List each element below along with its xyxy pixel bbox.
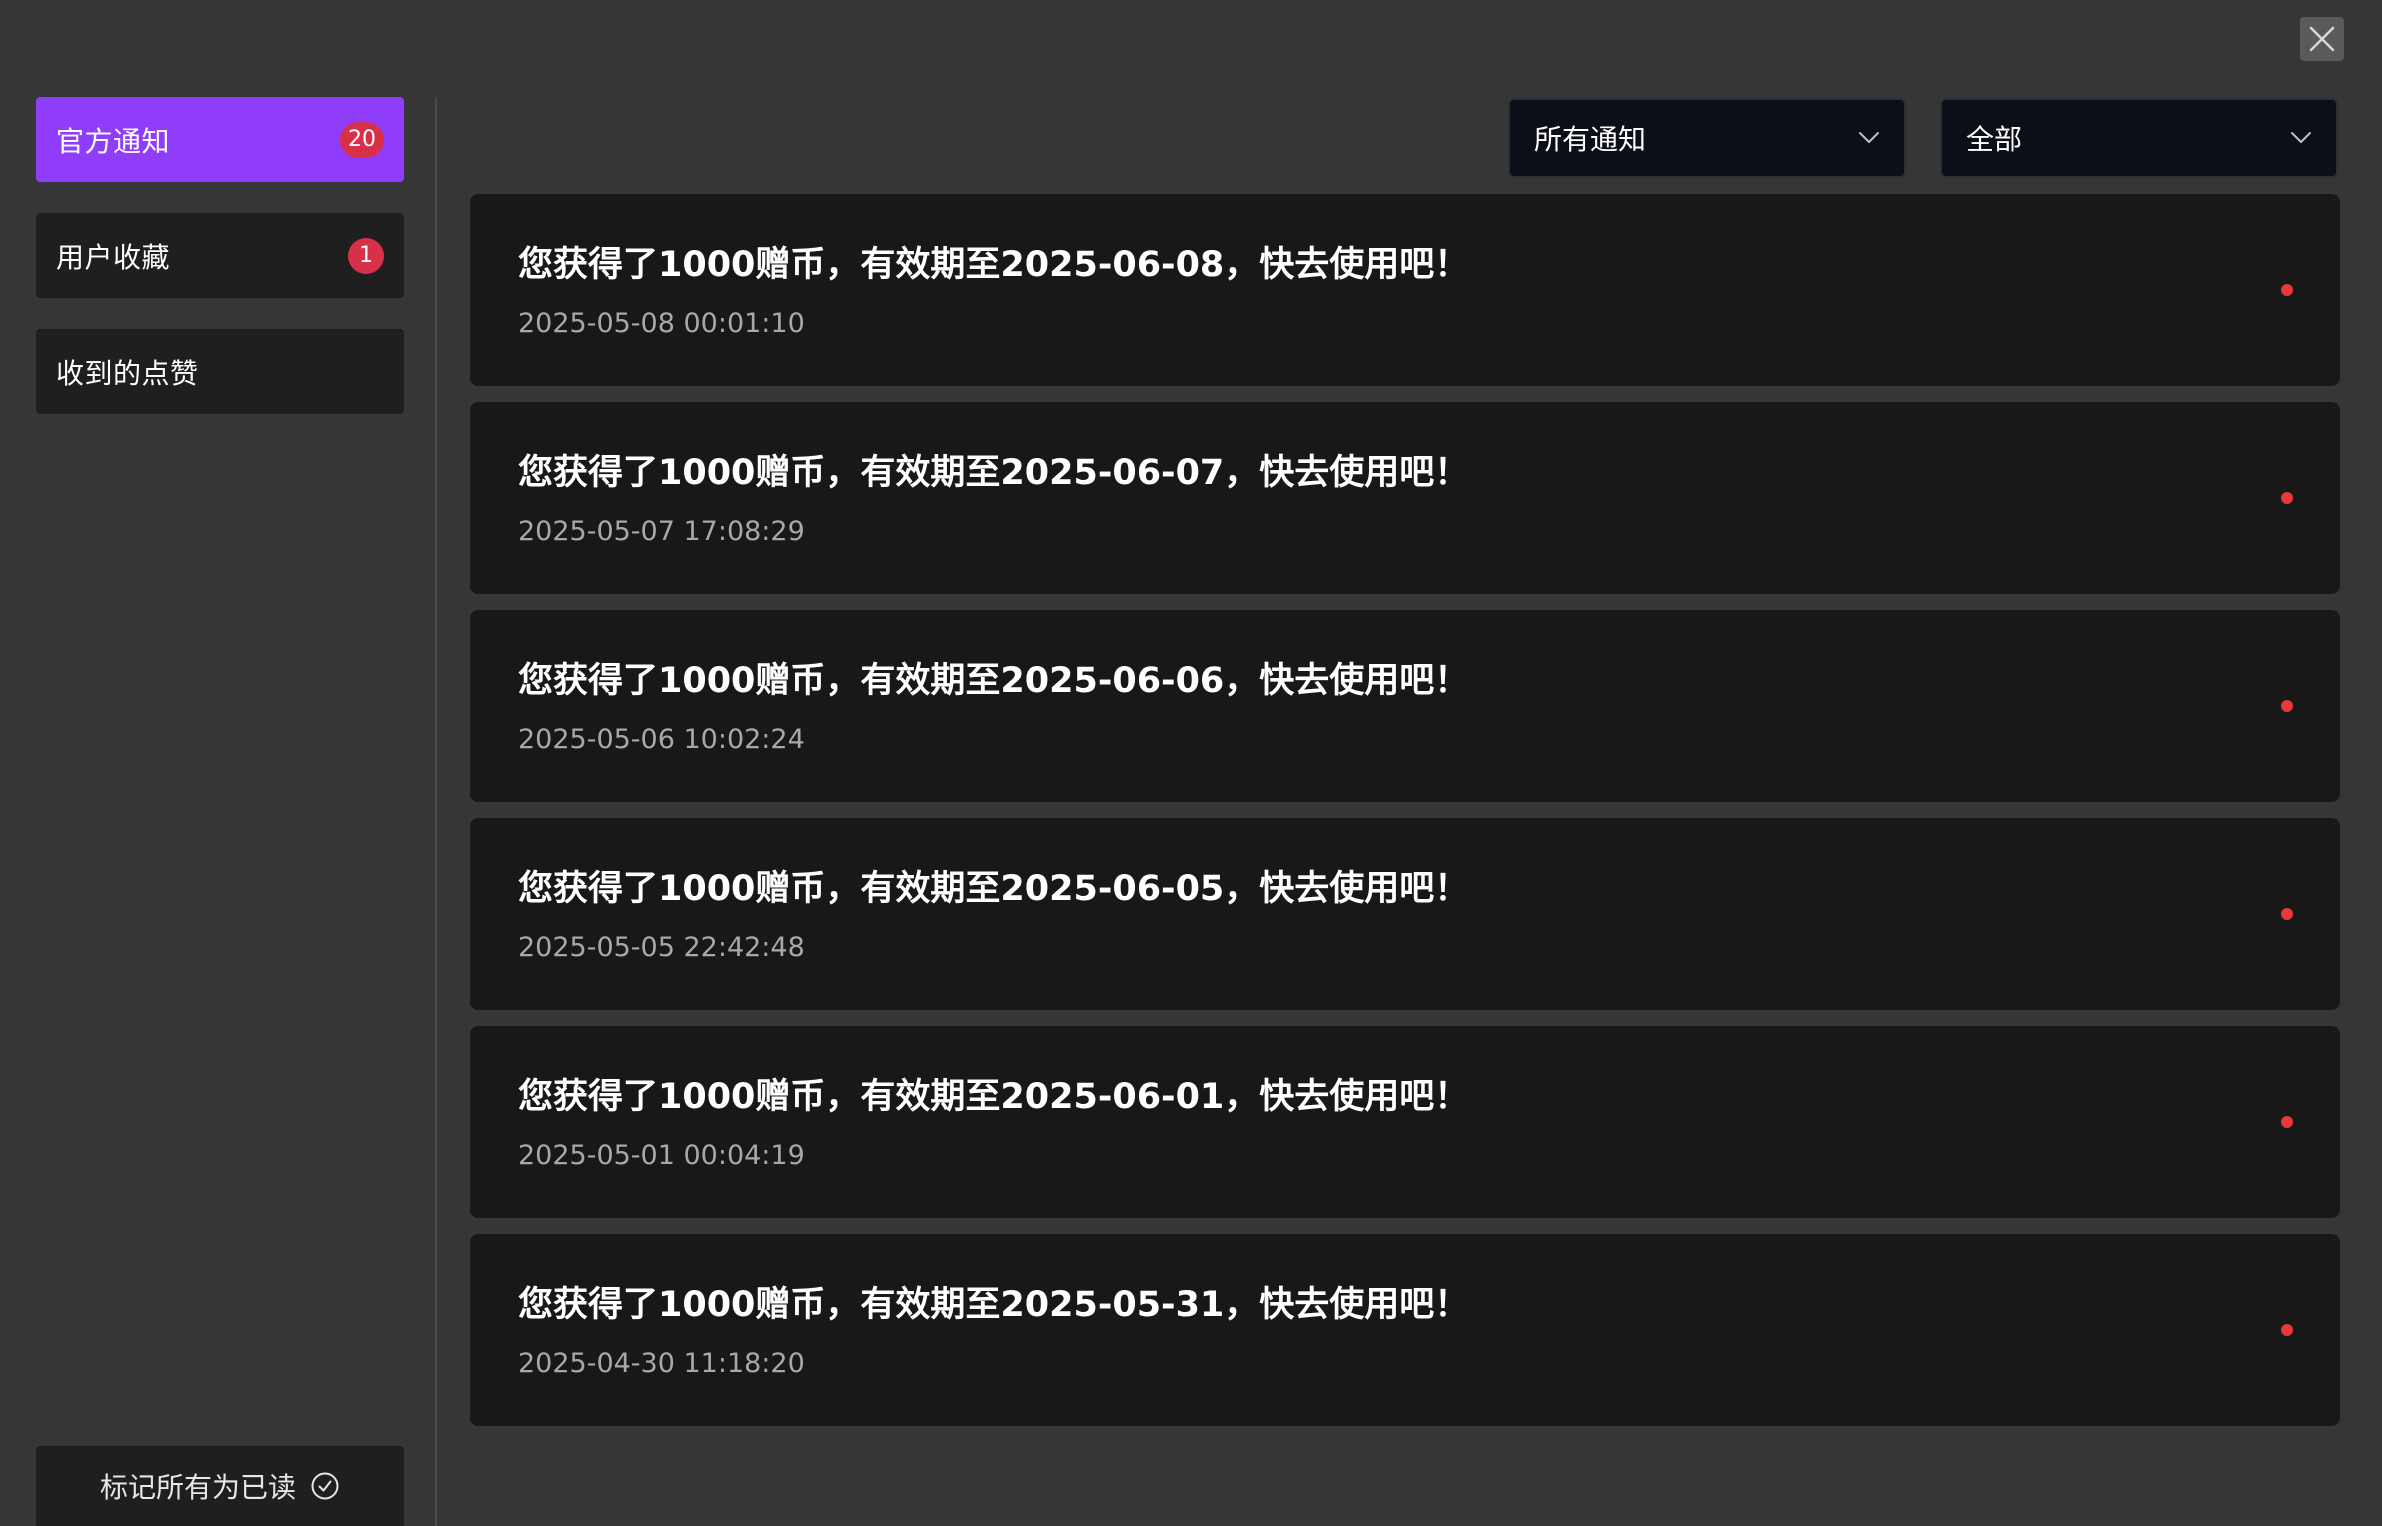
- sidebar-item-official-notices[interactable]: 官方通知 20: [36, 97, 404, 182]
- check-circle-icon: [311, 1472, 339, 1500]
- sidebar-item-user-favorites[interactable]: 用户收藏 1: [36, 213, 404, 298]
- notification-panel: 官方通知 20 用户收藏 1 收到的点赞 标记所有为已读 所有通知 全部 您获得…: [0, 0, 2382, 1526]
- notice-type-select[interactable]: 所有通知: [1508, 98, 1906, 178]
- unread-dot: [2281, 908, 2293, 920]
- sidebar-item-received-likes[interactable]: 收到的点赞: [36, 329, 404, 414]
- unread-dot: [2281, 492, 2293, 504]
- notification-item[interactable]: 您获得了1000赠币，有效期至2025-06-08，快去使用吧！ 2025-05…: [470, 194, 2340, 386]
- notification-time: 2025-05-07 17:08:29: [518, 516, 805, 547]
- unread-dot: [2281, 700, 2293, 712]
- unread-dot: [2281, 284, 2293, 296]
- notification-title: 您获得了1000赠币，有效期至2025-06-01，快去使用吧！: [518, 1077, 1470, 1117]
- notification-item[interactable]: 您获得了1000赠币，有效期至2025-06-05，快去使用吧！ 2025-05…: [470, 818, 2340, 1010]
- notification-item[interactable]: 您获得了1000赠币，有效期至2025-06-01，快去使用吧！ 2025-05…: [470, 1026, 2340, 1218]
- unread-count-badge: 20: [340, 121, 384, 158]
- sidebar-item-label: 用户收藏: [56, 240, 171, 274]
- mark-all-read-button[interactable]: 标记所有为已读: [36, 1446, 404, 1526]
- notification-title: 您获得了1000赠币，有效期至2025-06-05，快去使用吧！: [518, 869, 1470, 909]
- notification-time: 2025-05-01 00:04:19: [518, 1140, 805, 1171]
- mark-all-read-label: 标记所有为已读: [99, 1471, 296, 1504]
- close-button[interactable]: [2300, 17, 2344, 61]
- notification-time: 2025-05-06 10:02:24: [518, 724, 805, 755]
- notification-item[interactable]: 您获得了1000赠币，有效期至2025-06-06，快去使用吧！ 2025-05…: [470, 610, 2340, 802]
- sidebar-item-label: 收到的点赞: [56, 356, 199, 390]
- unread-dot: [2281, 1324, 2293, 1336]
- notification-title: 您获得了1000赠币，有效期至2025-06-06，快去使用吧！: [518, 661, 1470, 701]
- notification-title: 您获得了1000赠币，有效期至2025-06-07，快去使用吧！: [518, 453, 1470, 493]
- notification-item[interactable]: 您获得了1000赠币，有效期至2025-06-07，快去使用吧！ 2025-05…: [470, 402, 2340, 594]
- unread-dot: [2281, 1116, 2293, 1128]
- chevron-down-icon: [2291, 132, 2311, 143]
- notification-list: 您获得了1000赠币，有效期至2025-06-08，快去使用吧！ 2025-05…: [470, 194, 2340, 1442]
- notification-title: 您获得了1000赠币，有效期至2025-05-31，快去使用吧！: [518, 1285, 1470, 1325]
- unread-count-badge: 1: [348, 237, 384, 274]
- notification-item[interactable]: 您获得了1000赠币，有效期至2025-05-31，快去使用吧！ 2025-04…: [470, 1234, 2340, 1426]
- chevron-down-icon: [1859, 132, 1879, 143]
- close-icon: [2309, 26, 2335, 52]
- sidebar-divider: [435, 97, 437, 1526]
- notification-time: 2025-05-05 22:42:48: [518, 932, 805, 963]
- notification-time: 2025-05-08 00:01:10: [518, 308, 805, 339]
- read-status-select[interactable]: 全部: [1940, 98, 2338, 178]
- sidebar: 官方通知 20 用户收藏 1 收到的点赞: [36, 97, 404, 445]
- read-status-value: 全部: [1966, 123, 2023, 156]
- notice-type-value: 所有通知: [1534, 123, 1647, 156]
- sidebar-item-label: 官方通知: [56, 124, 171, 158]
- notification-time: 2025-04-30 11:18:20: [518, 1348, 805, 1379]
- notification-title: 您获得了1000赠币，有效期至2025-06-08，快去使用吧！: [518, 245, 1470, 285]
